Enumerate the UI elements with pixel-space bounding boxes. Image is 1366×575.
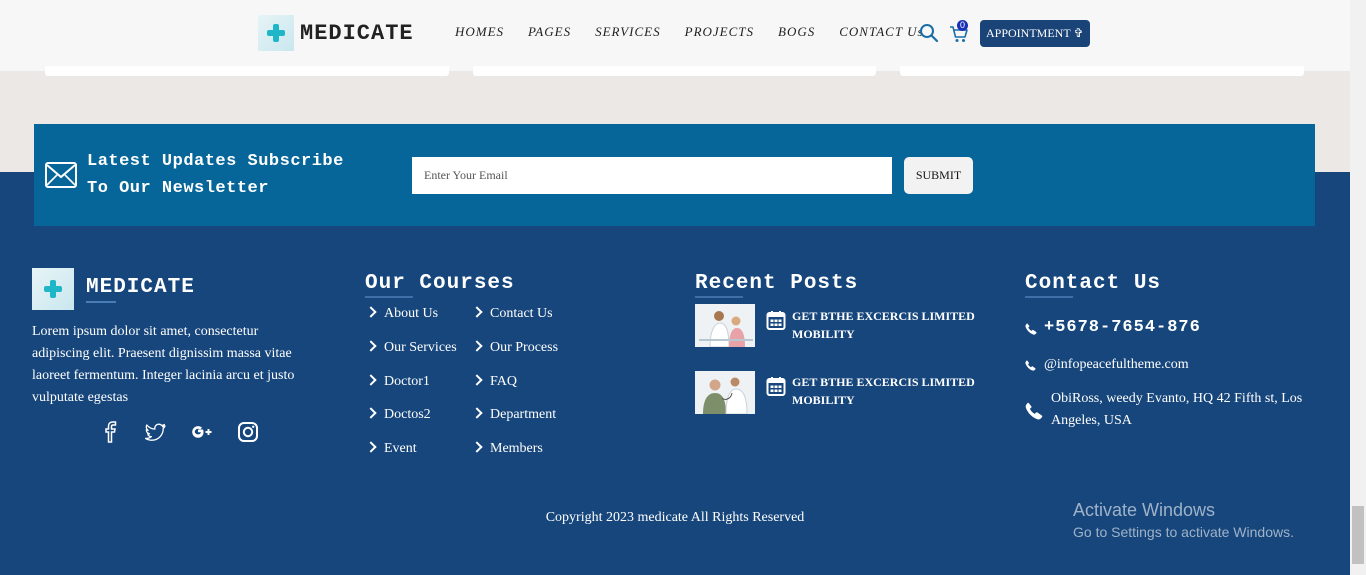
phone-icon bbox=[1025, 402, 1043, 420]
chevron-right-icon bbox=[471, 374, 483, 386]
footer-brand-name: MEDICATE bbox=[86, 276, 195, 303]
doctor-image bbox=[695, 304, 755, 347]
search-icon[interactable] bbox=[919, 23, 939, 43]
envelope-icon bbox=[45, 162, 77, 188]
cart-count-badge: 0 bbox=[957, 20, 968, 31]
chevron-right-icon bbox=[365, 306, 377, 318]
phone-icon bbox=[1025, 323, 1037, 335]
instagram-icon[interactable] bbox=[237, 421, 259, 443]
chevron-right-icon bbox=[365, 340, 377, 352]
medical-cross-icon bbox=[32, 268, 74, 310]
scrollbar-thumb[interactable] bbox=[1352, 506, 1364, 564]
course-link[interactable]: Doctos2 bbox=[365, 407, 431, 423]
course-link[interactable]: Our Services bbox=[365, 340, 457, 356]
chevron-right-icon bbox=[471, 407, 483, 419]
course-link[interactable]: About Us bbox=[365, 306, 438, 322]
submit-button[interactable]: SUBMIT bbox=[904, 157, 973, 194]
site-header: MEDICATE HOMES PAGES SERVICES PROJECTS B… bbox=[0, 0, 1350, 71]
chevron-right-icon bbox=[365, 441, 377, 453]
nav-pages[interactable]: PAGES bbox=[528, 24, 571, 40]
card-edge bbox=[900, 66, 1304, 76]
header-logo[interactable]: MEDICATE bbox=[258, 15, 414, 51]
twitter-icon[interactable] bbox=[145, 421, 167, 443]
course-link[interactable]: Event bbox=[365, 441, 417, 457]
nav-contact[interactable]: CONTACT Us bbox=[839, 24, 923, 40]
course-link[interactable]: Doctor1 bbox=[365, 374, 430, 390]
chevron-right-icon bbox=[365, 407, 377, 419]
footer-logo[interactable]: MEDICATE bbox=[32, 268, 195, 310]
main-nav: HOMES PAGES SERVICES PROJECTS BOGS CONTA… bbox=[455, 24, 948, 40]
newsletter-title: Latest Updates Subscribe To Our Newslett… bbox=[87, 152, 344, 198]
recent-posts-heading: Recent Posts bbox=[695, 272, 858, 298]
chevron-right-icon bbox=[471, 441, 483, 453]
appointment-button[interactable]: APPOINTMENT ✞ bbox=[980, 20, 1090, 47]
post-title-link[interactable]: GET BTHE EXCERCIS LIMITED MOBILITY bbox=[792, 307, 992, 343]
newsletter-bar: Latest Updates Subscribe To Our Newslett… bbox=[34, 124, 1315, 226]
google-plus-icon[interactable] bbox=[191, 421, 213, 443]
nav-services[interactable]: SERVICES bbox=[595, 24, 661, 40]
phone-icon bbox=[1025, 360, 1036, 371]
card-edge bbox=[45, 66, 449, 76]
nav-homes[interactable]: HOMES bbox=[455, 24, 504, 40]
course-link[interactable]: FAQ bbox=[471, 374, 517, 390]
contact-heading: Contact Us bbox=[1025, 272, 1161, 298]
activate-windows-watermark: Activate Windows Go to Settings to activ… bbox=[1073, 500, 1294, 540]
about-text: Lorem ipsum dolor sit amet, consectetur … bbox=[32, 324, 295, 405]
course-link[interactable]: Our Process bbox=[471, 340, 558, 356]
contact-address: ObiRoss, weedy Evanto, HQ 42 Fifth st, L… bbox=[1051, 391, 1303, 428]
email-input[interactable] bbox=[412, 157, 892, 194]
calendar-icon bbox=[766, 377, 786, 396]
brand-name: MEDICATE bbox=[300, 20, 414, 46]
medical-cross-icon bbox=[258, 15, 294, 51]
nav-bogs[interactable]: BOGS bbox=[778, 24, 815, 40]
nav-projects[interactable]: PROJECTS bbox=[685, 24, 754, 40]
doctor-image bbox=[695, 371, 755, 414]
facebook-icon[interactable] bbox=[100, 421, 122, 443]
course-link[interactable]: Members bbox=[471, 441, 543, 457]
chevron-right-icon bbox=[471, 306, 483, 318]
contact-email[interactable]: @infopeacefultheme.com bbox=[1044, 357, 1189, 373]
courses-heading: Our Courses bbox=[365, 272, 515, 298]
contact-phone[interactable]: +5678-7654-876 bbox=[1044, 318, 1201, 337]
course-link[interactable]: Contact Us bbox=[471, 306, 553, 322]
course-link[interactable]: Department bbox=[471, 407, 556, 423]
post-thumbnail[interactable] bbox=[695, 304, 755, 347]
chevron-right-icon bbox=[365, 374, 377, 386]
chevron-right-icon bbox=[471, 340, 483, 352]
post-title-link[interactable]: GET BTHE EXCERCIS LIMITED MOBILITY bbox=[792, 373, 992, 409]
post-thumbnail[interactable] bbox=[695, 371, 755, 414]
card-edge bbox=[473, 66, 876, 76]
calendar-icon bbox=[766, 311, 786, 330]
page-scrollbar[interactable] bbox=[1350, 0, 1366, 575]
